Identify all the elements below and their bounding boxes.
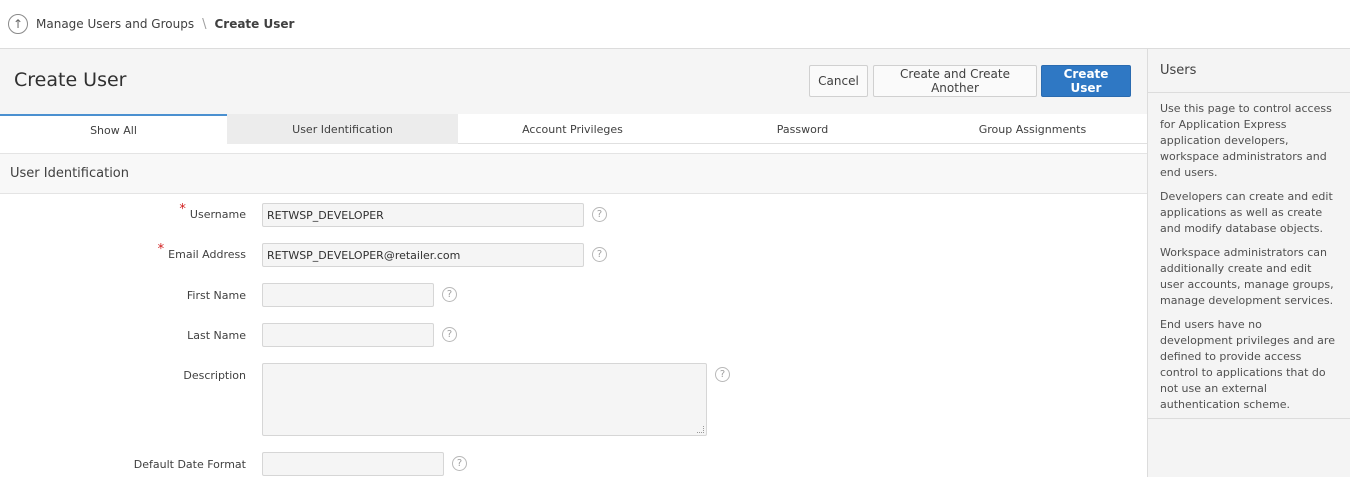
help-side-panel: Users Use this page to control access fo…	[1147, 49, 1350, 477]
arrow-up-circle-icon[interactable]: ↑	[8, 14, 28, 34]
title-bar: Create User Cancel Create and Create Ano…	[0, 49, 1147, 114]
resize-grip-icon[interactable]	[697, 426, 704, 433]
email-input[interactable]: RETWSP_DEVELOPER@retailer.com	[262, 243, 584, 267]
page-title: Create User	[14, 69, 127, 91]
side-panel-paragraph: Developers can create and edit applicati…	[1160, 190, 1333, 235]
breadcrumb-parent-link[interactable]: Manage Users and Groups	[36, 17, 194, 31]
first-name-label: First Name	[186, 289, 246, 302]
date-format-label: Default Date Format	[133, 458, 246, 471]
required-marker: *	[179, 202, 186, 217]
breadcrumb-current: Create User	[214, 17, 295, 31]
description-textarea[interactable]	[262, 363, 707, 436]
username-input[interactable]: RETWSP_DEVELOPER	[262, 203, 584, 227]
email-label: * Email Address	[157, 242, 246, 261]
side-panel-paragraph: Workspace administrators can additionall…	[1160, 246, 1334, 307]
tab-bar: Show All User Identification Account Pri…	[0, 114, 1147, 144]
tab-user-identification[interactable]: User Identification	[227, 114, 458, 144]
first-name-input[interactable]	[262, 283, 434, 307]
side-panel-title: Users	[1148, 49, 1350, 93]
breadcrumb-separator: \	[202, 16, 207, 32]
tab-show-all[interactable]: Show All	[0, 114, 227, 144]
breadcrumb: ↑ Manage Users and Groups \ Create User	[0, 0, 1350, 49]
help-icon[interactable]: ?	[715, 367, 730, 382]
side-panel-paragraph: End users have no development privileges…	[1160, 318, 1335, 411]
region-title: User Identification	[0, 153, 1147, 194]
tab-password[interactable]: Password	[687, 114, 918, 144]
side-panel-paragraph: Use this page to control access for Appl…	[1160, 102, 1332, 179]
required-marker: *	[157, 242, 165, 257]
create-user-button[interactable]: Create User	[1041, 65, 1131, 97]
main-region: Create User Cancel Create and Create Ano…	[0, 49, 1147, 477]
help-icon[interactable]: ?	[592, 247, 607, 262]
last-name-input[interactable]	[262, 323, 434, 347]
help-icon[interactable]: ?	[442, 287, 457, 302]
help-icon[interactable]: ?	[442, 327, 457, 342]
username-label: * Username	[179, 202, 246, 221]
help-icon[interactable]: ?	[592, 207, 607, 222]
help-icon[interactable]: ?	[452, 456, 467, 471]
tab-group-assignments[interactable]: Group Assignments	[918, 114, 1147, 144]
side-panel-divider	[1148, 418, 1350, 419]
create-and-create-another-button[interactable]: Create and Create Another	[873, 65, 1037, 97]
side-panel-body: Use this page to control access for Appl…	[1148, 93, 1350, 413]
tab-account-privileges[interactable]: Account Privileges	[458, 114, 687, 144]
last-name-label: Last Name	[187, 329, 246, 342]
cancel-button[interactable]: Cancel	[809, 65, 868, 97]
date-format-input[interactable]	[262, 452, 444, 476]
description-label: Description	[183, 369, 246, 382]
